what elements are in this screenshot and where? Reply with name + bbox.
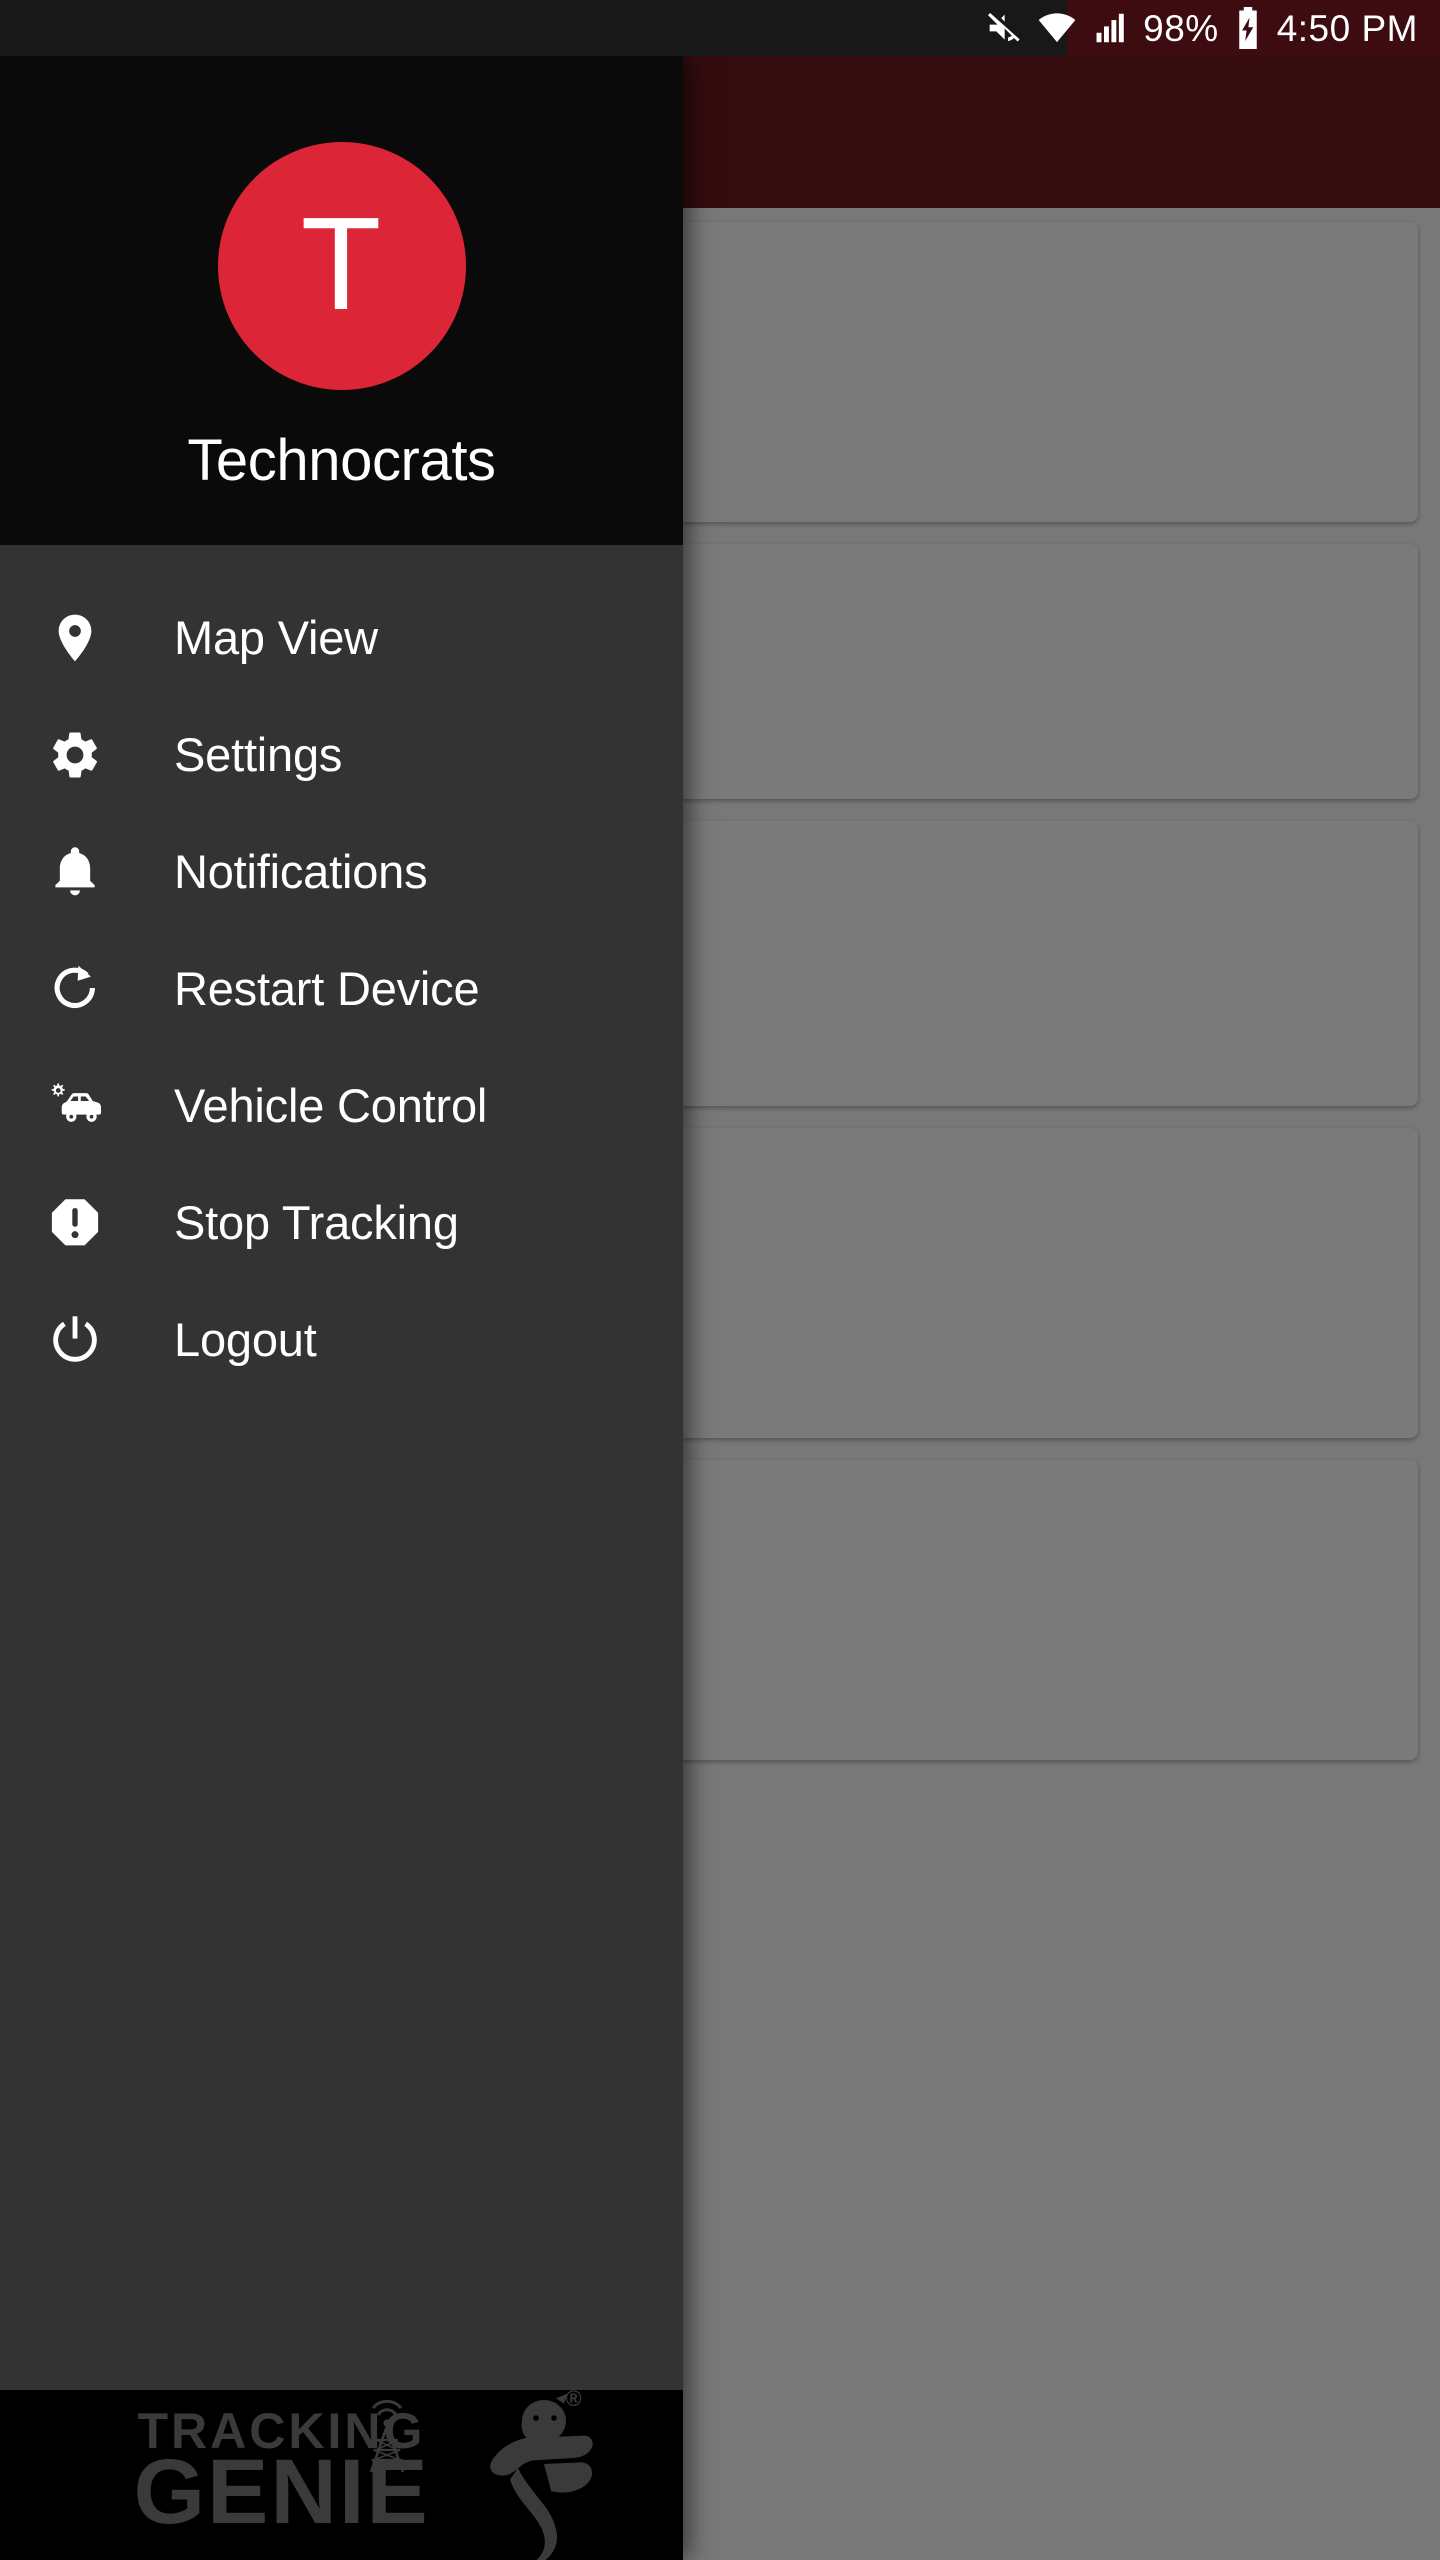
status-bar: 98% 4:50 PM (0, 0, 1440, 56)
battery-percentage: 98% (1143, 7, 1219, 49)
menu-item-label: Stop Tracking (174, 1196, 459, 1249)
clock: 4:50 PM (1276, 7, 1418, 49)
avatar: T (217, 142, 466, 390)
menu-item-settings[interactable]: Settings (0, 696, 683, 813)
menu-item-label: Logout (174, 1313, 317, 1366)
menu-item-logout[interactable]: Logout (0, 1281, 683, 1398)
menu-item-notifications[interactable]: Notifications (0, 813, 683, 930)
drawer-menu: Map View Settings Notifications Restart … (0, 545, 683, 2390)
refresh-icon (44, 958, 106, 1020)
phone-screen: Jabalpur, IGNITION OFF Jabalpur, Jabalpu… (0, 0, 1440, 2560)
menu-item-label: Vehicle Control (174, 1079, 488, 1132)
signal-icon (1096, 13, 1124, 43)
navigation-drawer: T Technocrats Map View Settings Notifica… (0, 56, 683, 2560)
menu-item-label: Notifications (174, 845, 428, 898)
genie-mascot-icon (489, 2393, 593, 2560)
menu-item-label: Restart Device (174, 962, 480, 1015)
account-name: Technocrats (187, 428, 496, 493)
avatar-initial: T (300, 190, 383, 337)
battery-charging-icon (1238, 7, 1257, 49)
broadcast-tower-icon (369, 2399, 404, 2473)
power-icon (44, 1309, 106, 1371)
menu-item-map-view[interactable]: Map View (0, 579, 683, 696)
drawer-footer: TRACKING GENIE ® (0, 2390, 683, 2560)
car-gear-icon (44, 1075, 106, 1137)
wifi-icon (1038, 13, 1076, 43)
mute-icon (988, 13, 1020, 42)
gear-icon (44, 724, 106, 786)
bell-icon (44, 841, 106, 903)
octagon-alert-icon (44, 1192, 106, 1254)
menu-item-vehicle-control[interactable]: Vehicle Control (0, 1047, 683, 1164)
menu-item-label: Settings (174, 728, 343, 781)
location-pin-icon (44, 607, 106, 669)
menu-item-label: Map View (174, 611, 378, 664)
drawer-header: T Technocrats (0, 56, 683, 545)
menu-item-restart-device[interactable]: Restart Device (0, 930, 683, 1047)
tracking-genie-logo: TRACKING GENIE ® (94, 2390, 634, 2560)
menu-item-stop-tracking[interactable]: Stop Tracking (0, 1164, 683, 1281)
